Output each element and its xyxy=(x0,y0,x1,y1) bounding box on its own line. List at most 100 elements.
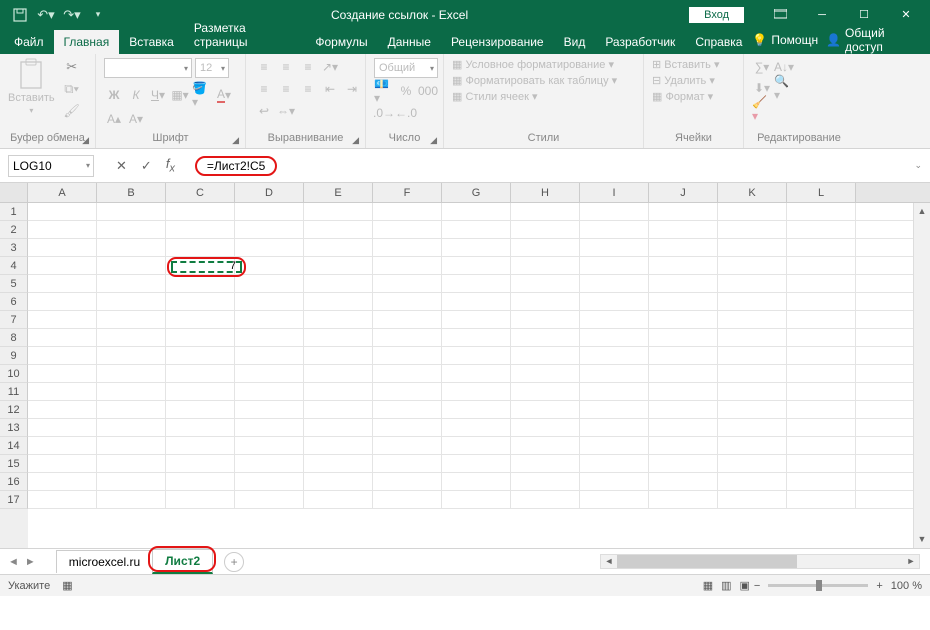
row-header[interactable]: 7 xyxy=(0,311,28,329)
formula-input[interactable]: =Лист2!C5 xyxy=(189,155,930,177)
tab-data[interactable]: Данные xyxy=(378,30,441,54)
group-editing: ∑▾A↓▾ ⬇▾🔍▾ 🧹▾ Редактирование xyxy=(744,54,854,148)
grow-font-icon: A▴ xyxy=(104,110,124,128)
tab-review[interactable]: Рецензирование xyxy=(441,30,554,54)
tab-home[interactable]: Главная xyxy=(54,30,120,54)
login-button[interactable]: Вход xyxy=(689,7,744,23)
col-header[interactable]: F xyxy=(373,183,442,202)
close-icon[interactable]: ✕ xyxy=(886,4,926,26)
scroll-left-icon[interactable]: ◄ xyxy=(601,555,617,568)
name-box[interactable]: LOG10▾ xyxy=(8,155,94,177)
select-all-corner[interactable] xyxy=(0,183,28,202)
sheet-tab-2[interactable]: Лист2 xyxy=(152,549,213,574)
tab-layout[interactable]: Разметка страницы xyxy=(184,16,306,54)
col-header[interactable]: G xyxy=(442,183,511,202)
sheet-next-icon[interactable]: ► xyxy=(25,556,36,568)
new-sheet-button[interactable]: + xyxy=(224,552,244,572)
col-header[interactable]: D xyxy=(235,183,304,202)
cancel-icon[interactable]: ✕ xyxy=(116,158,127,174)
macro-record-icon[interactable]: ▦ xyxy=(62,579,72,592)
scroll-right-icon[interactable]: ► xyxy=(903,555,919,568)
launcher-icon[interactable]: ◢ xyxy=(232,135,239,146)
row-header[interactable]: 15 xyxy=(0,455,28,473)
tab-help[interactable]: Справка xyxy=(685,30,752,54)
zoom-in-icon[interactable]: + xyxy=(876,580,882,592)
scroll-up-icon[interactable]: ▲ xyxy=(914,203,930,220)
vertical-scrollbar[interactable]: ▲ ▼ xyxy=(913,203,930,548)
clear-icon[interactable]: 🧹▾ xyxy=(752,100,772,118)
save-icon[interactable] xyxy=(8,4,32,26)
col-header[interactable]: A xyxy=(28,183,97,202)
fx-icon[interactable]: fx xyxy=(166,156,175,175)
sheet-tab-1[interactable]: microexcel.ru xyxy=(56,550,153,573)
indent-dec-icon: ⇤ xyxy=(320,80,340,98)
cut-icon[interactable]: ✂ xyxy=(63,58,81,76)
ribbon-display-icon[interactable] xyxy=(760,4,800,26)
row-header[interactable]: 14 xyxy=(0,437,28,455)
col-header[interactable]: K xyxy=(718,183,787,202)
launcher-icon[interactable]: ◢ xyxy=(82,135,89,146)
font-color-icon: A▾ xyxy=(214,86,234,104)
maximize-icon[interactable]: ☐ xyxy=(844,4,884,26)
row-header[interactable]: 3 xyxy=(0,239,28,257)
zoom-slider[interactable] xyxy=(768,584,868,587)
row-header[interactable]: 5 xyxy=(0,275,28,293)
row-header[interactable]: 6 xyxy=(0,293,28,311)
col-header[interactable]: L xyxy=(787,183,856,202)
row-header[interactable]: 17 xyxy=(0,491,28,509)
row-header[interactable]: 8 xyxy=(0,329,28,347)
view-normal-icon[interactable]: ▦ xyxy=(703,579,713,592)
launcher-icon[interactable]: ◢ xyxy=(430,135,437,146)
horizontal-scrollbar[interactable]: ◄ ► xyxy=(600,554,920,569)
cell-c5-value: 7 xyxy=(173,258,240,274)
qat-customize-icon[interactable]: ▾ xyxy=(86,4,110,26)
launcher-icon[interactable]: ◢ xyxy=(352,135,359,146)
border-icon: ▦▾ xyxy=(170,86,190,104)
sheet-prev-icon[interactable]: ◄ xyxy=(8,556,19,568)
enter-icon[interactable]: ✓ xyxy=(141,158,152,174)
view-layout-icon[interactable]: ▥ xyxy=(721,579,731,592)
tab-view[interactable]: Вид xyxy=(554,30,596,54)
col-header[interactable]: I xyxy=(580,183,649,202)
row-header[interactable]: 12 xyxy=(0,401,28,419)
col-header[interactable]: J xyxy=(649,183,718,202)
group-cells: ⊞ Вставить ▾ ⊟ Удалить ▾ ▦ Формат ▾ Ячей… xyxy=(644,54,744,148)
row-header[interactable]: 1 xyxy=(0,203,28,221)
scroll-down-icon[interactable]: ▼ xyxy=(914,531,930,548)
row-header[interactable]: 13 xyxy=(0,419,28,437)
col-header[interactable]: C xyxy=(166,183,235,202)
undo-icon[interactable]: ↶▾ xyxy=(34,4,58,26)
col-header[interactable]: H xyxy=(511,183,580,202)
view-break-icon[interactable]: ▣ xyxy=(740,579,750,592)
expand-formula-icon[interactable]: ⌄ xyxy=(914,160,922,171)
delete-cells: ⊟ Удалить ▾ xyxy=(652,74,715,87)
col-header[interactable]: B xyxy=(97,183,166,202)
underline-icon: Ч▾ xyxy=(148,86,168,104)
tab-insert[interactable]: Вставка xyxy=(119,30,184,54)
group-number: Общий▾ 💶▾%000 .0→←.0 Число◢ xyxy=(366,54,444,148)
share-icon: 👤 xyxy=(826,33,841,47)
zoom-level[interactable]: 100 % xyxy=(891,580,922,592)
row-header[interactable]: 4 xyxy=(0,257,28,275)
cells[interactable] xyxy=(28,203,930,548)
tab-formulas[interactable]: Формулы xyxy=(305,30,377,54)
zoom-out-icon[interactable]: − xyxy=(754,580,760,592)
tab-file[interactable]: Файл xyxy=(4,30,54,54)
row-header[interactable]: 16 xyxy=(0,473,28,491)
row-header[interactable]: 11 xyxy=(0,383,28,401)
tab-developer[interactable]: Разработчик xyxy=(595,30,685,54)
tell-me[interactable]: 💡Помощн xyxy=(752,33,818,47)
col-header[interactable]: E xyxy=(304,183,373,202)
formula-bar: LOG10▾ ✕ ✓ fx =Лист2!C5 ⌄ xyxy=(0,149,930,183)
redo-icon[interactable]: ↷▾ xyxy=(60,4,84,26)
row-header[interactable]: 2 xyxy=(0,221,28,239)
group-alignment: ≡≡≡↗▾ ≡≡≡⇤⇥ ↩⇔▾ Выравнивание◢ xyxy=(246,54,366,148)
copy-icon: ⧉▾ xyxy=(63,80,81,98)
font-size: 12▾ xyxy=(195,58,229,78)
row-header[interactable]: 10 xyxy=(0,365,28,383)
minimize-icon[interactable]: ─ xyxy=(802,4,842,26)
font-name: ▾ xyxy=(104,58,192,78)
row-header[interactable]: 9 xyxy=(0,347,28,365)
scroll-thumb[interactable] xyxy=(617,555,797,568)
share-button[interactable]: 👤Общий доступ xyxy=(826,26,914,54)
